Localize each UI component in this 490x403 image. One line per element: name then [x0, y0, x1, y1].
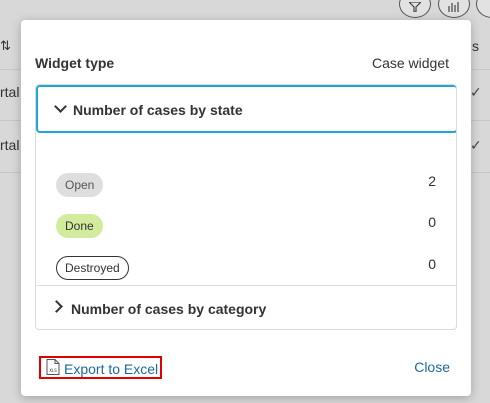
widget-type-row: Widget type Case widget: [35, 55, 449, 73]
close-button[interactable]: Close: [414, 359, 450, 375]
state-row-open: Open 2: [56, 173, 436, 199]
row-label-fragment: rtal: [0, 137, 20, 153]
widget-info-dialog: Widget type Case widget Number of cases …: [21, 20, 471, 396]
accordion-header-label: Number of cases by category: [71, 301, 267, 317]
accordion-header-label: Number of cases by state: [73, 102, 243, 118]
row-label-fragment: rtal: [0, 84, 20, 100]
status-badge-done: Done: [56, 214, 103, 238]
filter-icon[interactable]: [399, 0, 431, 18]
state-row-destroyed: Destroyed 0: [56, 256, 436, 282]
statistics-accordion: Number of cases by state Open 2 Done 0 D…: [35, 84, 457, 330]
expand-icon[interactable]: [476, 0, 490, 18]
state-count-open: 2: [428, 173, 436, 189]
state-count-done: 0: [428, 214, 436, 230]
status-badge-destroyed: Destroyed: [56, 256, 129, 280]
widget-type-label: Widget type: [35, 55, 115, 71]
chevron-down-icon: [54, 100, 67, 113]
export-to-excel-button[interactable]: XLS Export to Excel: [39, 356, 162, 379]
state-count-destroyed: 0: [428, 256, 436, 272]
check-icon: ✓: [470, 84, 482, 100]
export-button-label: Export to Excel: [64, 361, 159, 377]
xls-file-icon: XLS: [46, 359, 60, 375]
widget-type-value: Case widget: [371, 55, 449, 71]
check-icon: ✓: [470, 137, 482, 153]
chevron-right-icon: [50, 300, 63, 313]
accordion-header-cases-by-state[interactable]: Number of cases by state: [36, 85, 456, 133]
accordion-header-cases-by-category[interactable]: Number of cases by category: [36, 286, 456, 329]
status-badge-open: Open: [56, 173, 104, 197]
sort-icon[interactable]: ⇅: [0, 38, 11, 54]
svg-text:XLS: XLS: [49, 368, 57, 373]
column-header-fragment: s: [472, 38, 479, 54]
chart-icon[interactable]: [438, 0, 470, 18]
state-row-done: Done 0: [56, 214, 436, 240]
